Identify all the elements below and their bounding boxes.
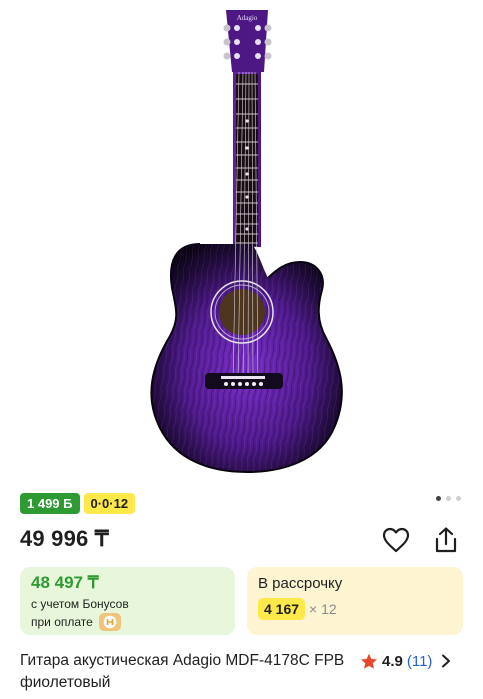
- installment-months: × 12: [309, 601, 337, 617]
- bonus-price-card[interactable]: 48 497 ₸ с учетом Бонусов при оплате: [20, 567, 235, 635]
- halyk-logo-icon: [98, 613, 121, 631]
- product-image-gallery[interactable]: Adagio: [0, 0, 483, 488]
- chevron-right-icon: [442, 654, 451, 668]
- installment-monthly-amount: 4 167: [258, 598, 306, 620]
- bonus-price-note: с учетом Бонусов: [31, 597, 129, 611]
- favorite-button[interactable]: [380, 524, 412, 556]
- heart-icon: [382, 527, 410, 553]
- rating-link[interactable]: 4.9 (11): [360, 650, 452, 672]
- product-price: 49 996 ₸: [20, 526, 109, 551]
- gallery-dot[interactable]: [436, 496, 441, 501]
- price-badges: 1 499 Б 0·0·12: [20, 493, 136, 514]
- review-count[interactable]: (11): [407, 653, 433, 670]
- rating-value: 4.9: [382, 652, 403, 670]
- installment-card[interactable]: В рассрочку 4 167 × 12: [247, 567, 463, 635]
- bonus-payment-note: при оплате: [31, 613, 121, 631]
- bonus-price: 48 497 ₸: [31, 573, 99, 592]
- installment-title: В рассрочку: [258, 575, 343, 592]
- share-button[interactable]: [430, 524, 462, 556]
- share-icon: [435, 527, 457, 553]
- product-title: Гитара акустическая Adagio MDF-4178C FPB…: [20, 652, 345, 691]
- gallery-dot[interactable]: [446, 496, 451, 501]
- installment-badge: 0·0·12: [83, 493, 136, 514]
- headstock-brand: Adagio: [237, 14, 258, 22]
- bonus-badge: 1 499 Б: [20, 493, 80, 514]
- gallery-dot[interactable]: [456, 496, 461, 501]
- bonus-payment-label: при оплате: [31, 615, 93, 629]
- star-icon: [361, 653, 377, 669]
- gallery-pagination: [436, 496, 461, 501]
- guitar-image: Adagio: [150, 10, 343, 474]
- installment-row: 4 167 × 12: [258, 598, 337, 620]
